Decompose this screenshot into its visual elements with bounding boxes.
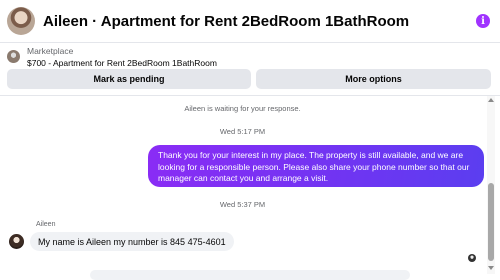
outgoing-message[interactable]: Thank you for your interest in my place.… [148, 145, 484, 187]
scroll-down-arrow-icon[interactable] [488, 266, 494, 270]
waiting-notice: Aileen is waiting for your response. [184, 104, 301, 113]
marketplace-listing[interactable]: Marketplace $700 - Apartment for Rent 2B… [7, 45, 217, 69]
sender-avatar[interactable] [9, 234, 24, 249]
read-receipt-avatar [468, 254, 476, 262]
conversation-header: Aileen · Apartment for Rent 2BedRoom 1Ba… [0, 0, 500, 42]
divider [0, 95, 500, 96]
message-timestamp: Wed 5:37 PM [219, 200, 266, 209]
mark-as-pending-button[interactable]: Mark as pending [7, 69, 251, 89]
marketplace-label: Marketplace [27, 46, 74, 56]
listing-title: $700 - Apartment for Rent 2BedRoom 1Bath… [27, 58, 217, 68]
avatar[interactable] [7, 7, 35, 35]
incoming-message[interactable]: My name is Aileen my number is 845 475-4… [30, 232, 234, 251]
conversation-title[interactable]: Aileen · Apartment for Rent 2BedRoom 1Ba… [43, 13, 409, 30]
divider [0, 42, 500, 43]
sender-name: Aileen [36, 221, 56, 228]
listing-thumbnail [7, 50, 20, 63]
message-timestamp: Wed 5:17 PM [219, 127, 266, 136]
scroll-up-arrow-icon[interactable] [488, 98, 494, 102]
info-icon[interactable]: i [476, 14, 490, 28]
message-composer[interactable] [90, 270, 410, 280]
more-options-button[interactable]: More options [256, 69, 491, 89]
scrollbar-thumb[interactable] [488, 183, 494, 261]
